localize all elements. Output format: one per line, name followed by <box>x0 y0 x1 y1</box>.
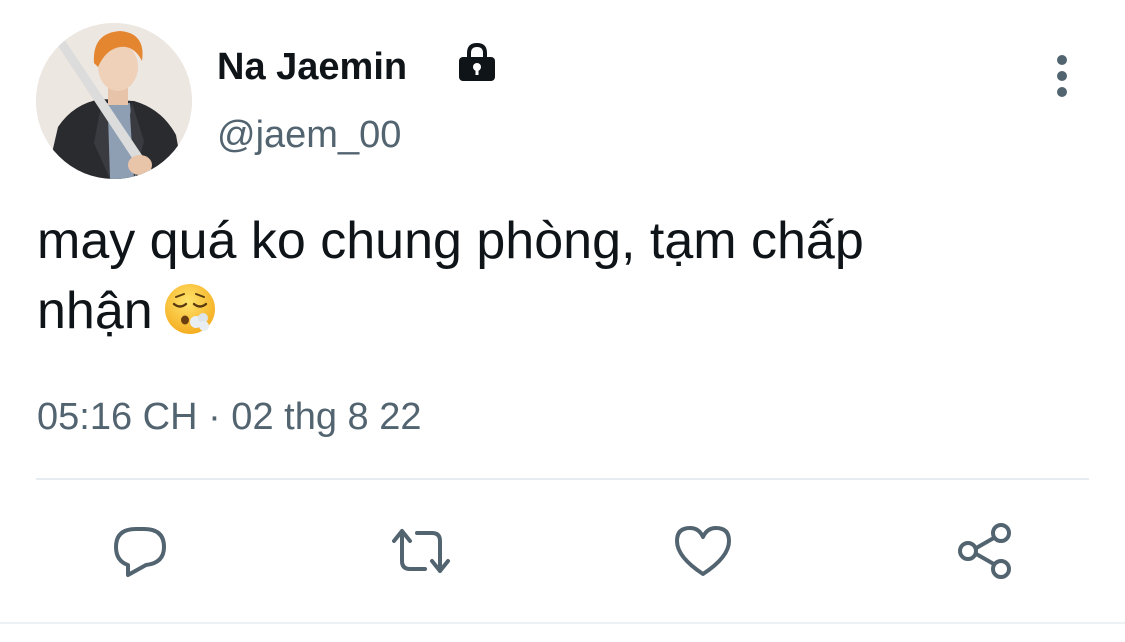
tweet-text-line: nhận <box>37 276 1067 346</box>
avatar[interactable] <box>36 23 192 179</box>
face-exhaling-emoji-icon <box>164 284 215 334</box>
retweet-button[interactable] <box>391 521 451 581</box>
tweet-text: may quá ko chung phòng, tạm chấp nhận <box>37 206 1067 346</box>
retweet-icon <box>392 529 450 573</box>
like-button[interactable] <box>673 521 733 581</box>
tweet-text-segment: nhận <box>37 282 153 340</box>
timestamp[interactable]: 05:16 CH · 02 thg 8 22 <box>37 390 421 444</box>
share-button[interactable] <box>955 521 1015 581</box>
divider <box>36 478 1089 480</box>
bottom-divider <box>0 622 1125 624</box>
profile-photo <box>36 23 192 179</box>
more-options-icon[interactable] <box>1045 50 1079 102</box>
handle[interactable]: @jaem_00 <box>217 108 401 162</box>
tweet-text-line: may quá ko chung phòng, tạm chấp <box>37 212 864 270</box>
reply-icon <box>114 527 166 577</box>
heart-icon <box>675 526 731 576</box>
reply-button[interactable] <box>110 521 170 581</box>
lock-icon <box>459 42 495 81</box>
share-icon <box>958 523 1011 579</box>
display-name[interactable]: Na Jaemin <box>217 40 407 94</box>
